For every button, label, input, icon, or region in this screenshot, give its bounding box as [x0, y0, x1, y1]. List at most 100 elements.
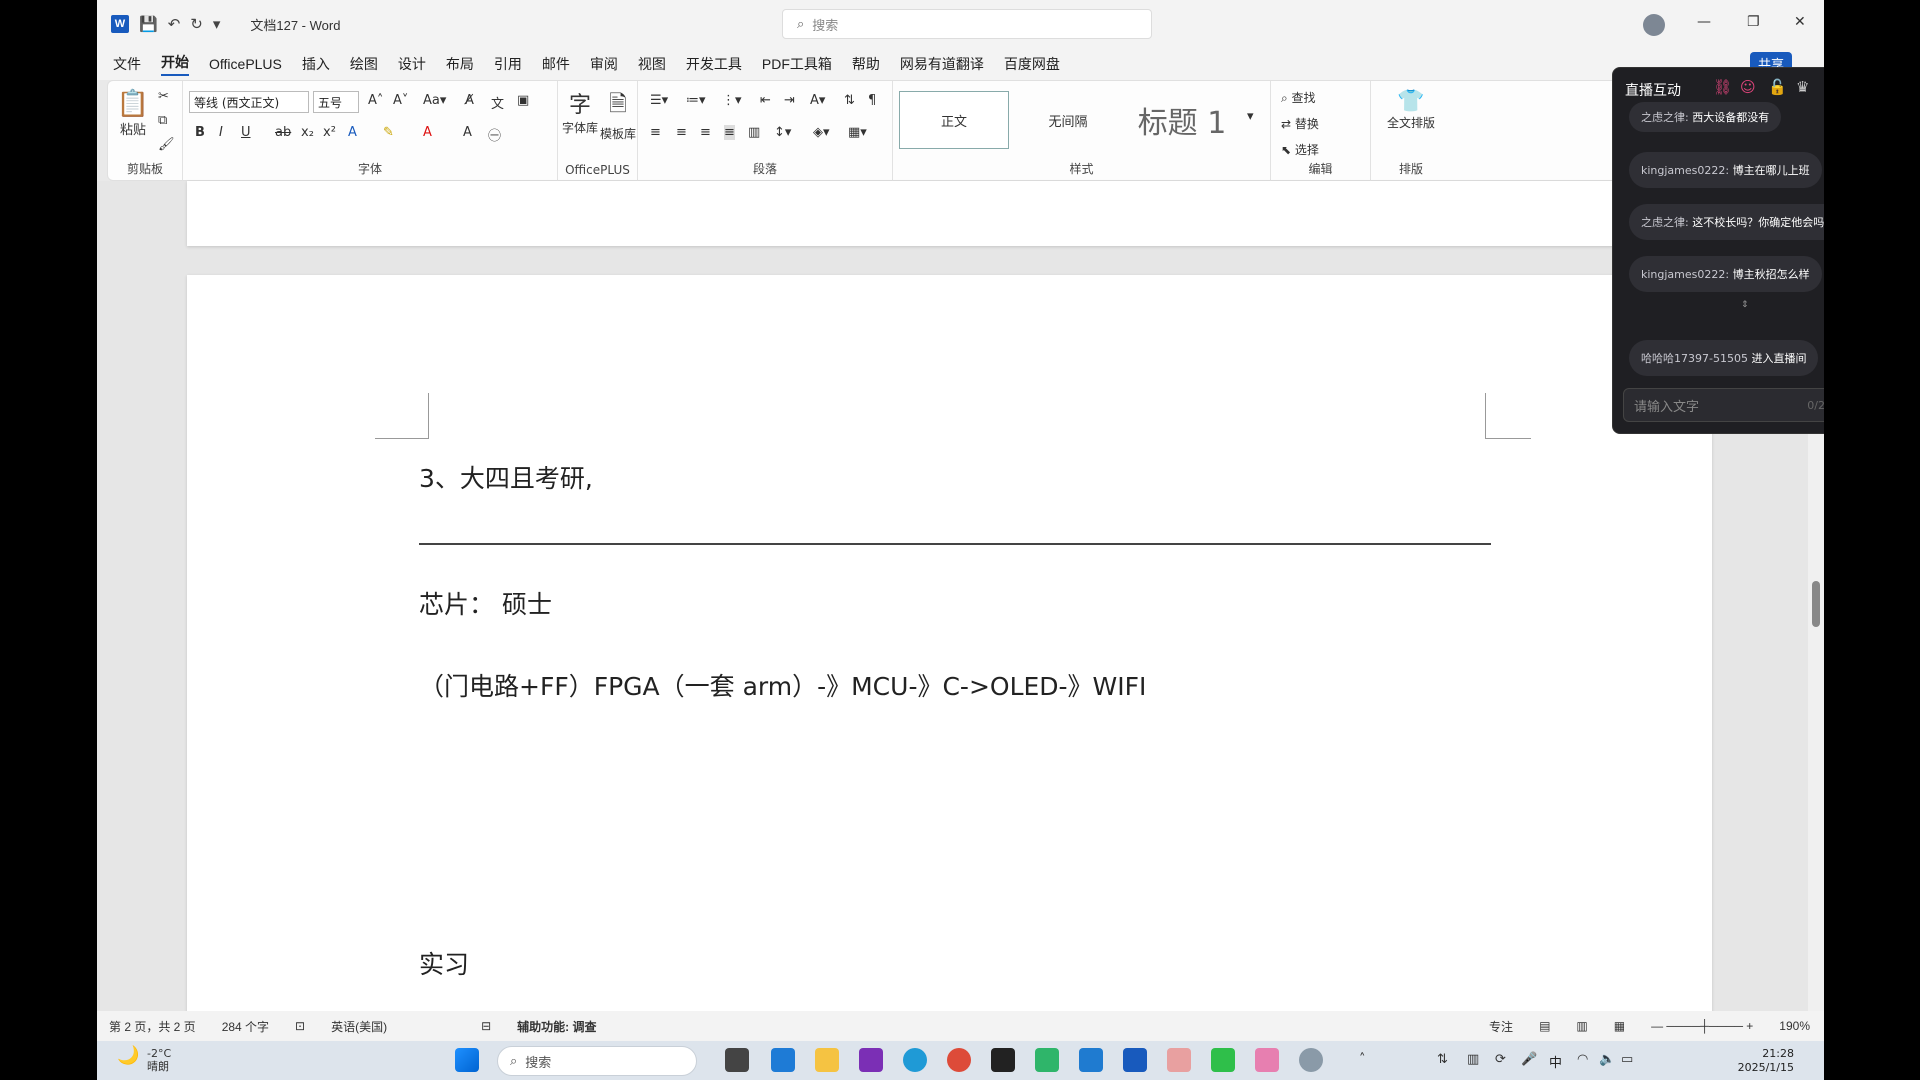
style-heading1[interactable]: 标题 1 [1127, 91, 1237, 149]
enclose-char-icon[interactable]: ㊀ [488, 125, 501, 144]
focus-mode[interactable]: 专注 [1489, 1018, 1513, 1035]
underline-icon[interactable]: U [241, 125, 251, 140]
tab-file[interactable]: 文件 [113, 54, 141, 74]
shading-icon[interactable]: ◈▾ [813, 125, 830, 140]
scroll-indicator-icon[interactable]: ⇕ [1741, 300, 1749, 310]
language[interactable]: 英语(美国) [331, 1018, 387, 1035]
tab-insert[interactable]: 插入 [302, 54, 330, 74]
weather-widget[interactable]: 🌙 -2°C 晴朗 [117, 1047, 171, 1074]
decrease-indent-icon[interactable]: ⇤ [760, 93, 771, 108]
clear-format-icon[interactable]: A̸ [465, 93, 474, 108]
align-right-icon[interactable]: ≡ [700, 125, 711, 140]
scrollbar-thumb[interactable] [1812, 581, 1820, 627]
justify-icon[interactable]: ≡ [724, 125, 735, 140]
chart-icon[interactable]: ▥ [1467, 1052, 1479, 1067]
network-icon[interactable]: ⇅ [1437, 1052, 1448, 1067]
vscode-icon[interactable] [1079, 1048, 1103, 1072]
subscript-icon[interactable]: x₂ [301, 125, 314, 140]
macro-icon[interactable]: ⊟ [481, 1019, 491, 1033]
format-painter-icon[interactable]: 🖌 [158, 137, 175, 152]
tab-youdao[interactable]: 网易有道翻译 [900, 54, 984, 74]
outlook-icon[interactable] [771, 1048, 795, 1072]
numbering-icon[interactable]: ≔▾ [686, 93, 706, 108]
proofing-icon[interactable]: ⊡ [295, 1019, 305, 1033]
battery-icon[interactable]: ▭ [1621, 1052, 1633, 1067]
print-layout-icon[interactable]: ▥ [1576, 1019, 1587, 1033]
style-no-spacing[interactable]: 无间隔 [1013, 91, 1123, 149]
ime-indicator[interactable]: 中 [1549, 1052, 1562, 1071]
change-case-icon[interactable]: Aa▾ [423, 93, 446, 108]
increase-indent-icon[interactable]: ⇥ [784, 93, 795, 108]
styles-more-icon[interactable]: ▾ [1247, 109, 1254, 124]
cut-icon[interactable]: ✂ [158, 89, 169, 104]
distributed-icon[interactable]: ▥ [748, 125, 760, 140]
tab-draw[interactable]: 绘图 [350, 54, 378, 74]
restore-icon[interactable]: ❐ [1747, 14, 1760, 30]
wifi-icon[interactable]: ◠ [1577, 1052, 1588, 1067]
clock[interactable]: 21:28 2025/1/15 [1738, 1047, 1794, 1075]
line-spacing-icon[interactable]: ↕▾ [774, 125, 791, 140]
windows-start-icon[interactable] [455, 1048, 479, 1072]
app-icon[interactable] [1035, 1048, 1059, 1072]
word-icon[interactable] [1123, 1048, 1147, 1072]
font-name-select[interactable]: 等线 (西文正文) [189, 91, 309, 113]
trophy-icon[interactable]: ♛ [1796, 78, 1809, 96]
user-icon[interactable]: ☺ [1740, 78, 1756, 96]
show-marks-icon[interactable]: ¶ [868, 93, 876, 108]
shrink-font-icon[interactable]: A˅ [393, 93, 408, 108]
lock-icon[interactable]: 🔓 [1768, 78, 1787, 96]
avatar[interactable] [1643, 14, 1665, 36]
zoom-level[interactable]: 190% [1779, 1019, 1810, 1033]
word-count[interactable]: 284 个字 [222, 1018, 269, 1035]
onenote-icon[interactable] [859, 1048, 883, 1072]
template-library-button[interactable]: 🗎 模板库 [600, 87, 636, 142]
accessibility-status[interactable]: 辅助功能: 调查 [517, 1018, 596, 1035]
align-center-icon[interactable]: ≡ [676, 125, 687, 140]
style-normal[interactable]: 正文 [899, 91, 1009, 149]
link-icon[interactable]: ⛓ [1713, 78, 1732, 96]
find-button[interactable]: ⌕ 查找 [1281, 89, 1316, 106]
font-color-icon[interactable]: A [423, 125, 432, 140]
align-left-icon[interactable]: ≡ [650, 125, 661, 140]
sort-icon[interactable]: ⇅ [844, 93, 855, 108]
app-icon[interactable] [1255, 1048, 1279, 1072]
tab-references[interactable]: 引用 [494, 54, 522, 74]
tab-design[interactable]: 设计 [398, 54, 426, 74]
live-app-icon[interactable] [1167, 1048, 1191, 1072]
select-button[interactable]: ⬉ 选择 [1281, 141, 1319, 158]
tab-developer[interactable]: 开发工具 [686, 54, 742, 74]
text-effects-icon[interactable]: A [348, 125, 357, 140]
char-border-icon[interactable]: ▣ [517, 93, 529, 108]
tab-home[interactable]: 开始 [161, 52, 189, 76]
volume-icon[interactable]: 🔈 [1599, 1052, 1615, 1067]
save-icon[interactable]: 💾 [139, 15, 158, 33]
close-icon[interactable]: ✕ [1794, 14, 1806, 30]
page-count[interactable]: 第 2 页，共 2 页 [109, 1018, 196, 1035]
web-layout-icon[interactable]: ▦ [1614, 1019, 1625, 1033]
bold-icon[interactable]: B [195, 125, 205, 140]
font-library-button[interactable]: 字 字体库 [562, 87, 598, 136]
font-size-select[interactable]: 五号 [313, 91, 359, 113]
sync-icon[interactable]: ⟳ [1495, 1052, 1506, 1067]
phonetic-icon[interactable]: 文 [491, 93, 504, 112]
italic-icon[interactable]: I [219, 125, 223, 140]
superscript-icon[interactable]: x² [323, 125, 336, 140]
replace-button[interactable]: ⇄ 替换 [1281, 115, 1319, 132]
file-explorer-icon[interactable] [815, 1048, 839, 1072]
edge-icon[interactable] [903, 1048, 927, 1072]
tab-officeplus[interactable]: OfficePLUS [209, 56, 282, 72]
chrome-icon[interactable] [947, 1048, 971, 1072]
undo-icon[interactable]: ↶ [168, 15, 181, 33]
multilevel-list-icon[interactable]: ⋮▾ [722, 93, 742, 108]
chevron-up-icon[interactable]: ˄ [1359, 1052, 1366, 1067]
tab-view[interactable]: 视图 [638, 54, 666, 74]
minimize-icon[interactable]: — [1697, 14, 1711, 30]
wechat-icon[interactable] [1211, 1048, 1235, 1072]
search-input[interactable]: ⌕ 搜索 [782, 9, 1152, 39]
char-shading-icon[interactable]: A [463, 125, 472, 140]
bullets-icon[interactable]: ☰▾ [650, 93, 668, 108]
read-mode-icon[interactable]: ▤ [1539, 1019, 1550, 1033]
full-layout-button[interactable]: 👕 全文排版 [1381, 89, 1441, 131]
grow-font-icon[interactable]: A˄ [368, 93, 383, 108]
tab-layout[interactable]: 布局 [446, 54, 474, 74]
